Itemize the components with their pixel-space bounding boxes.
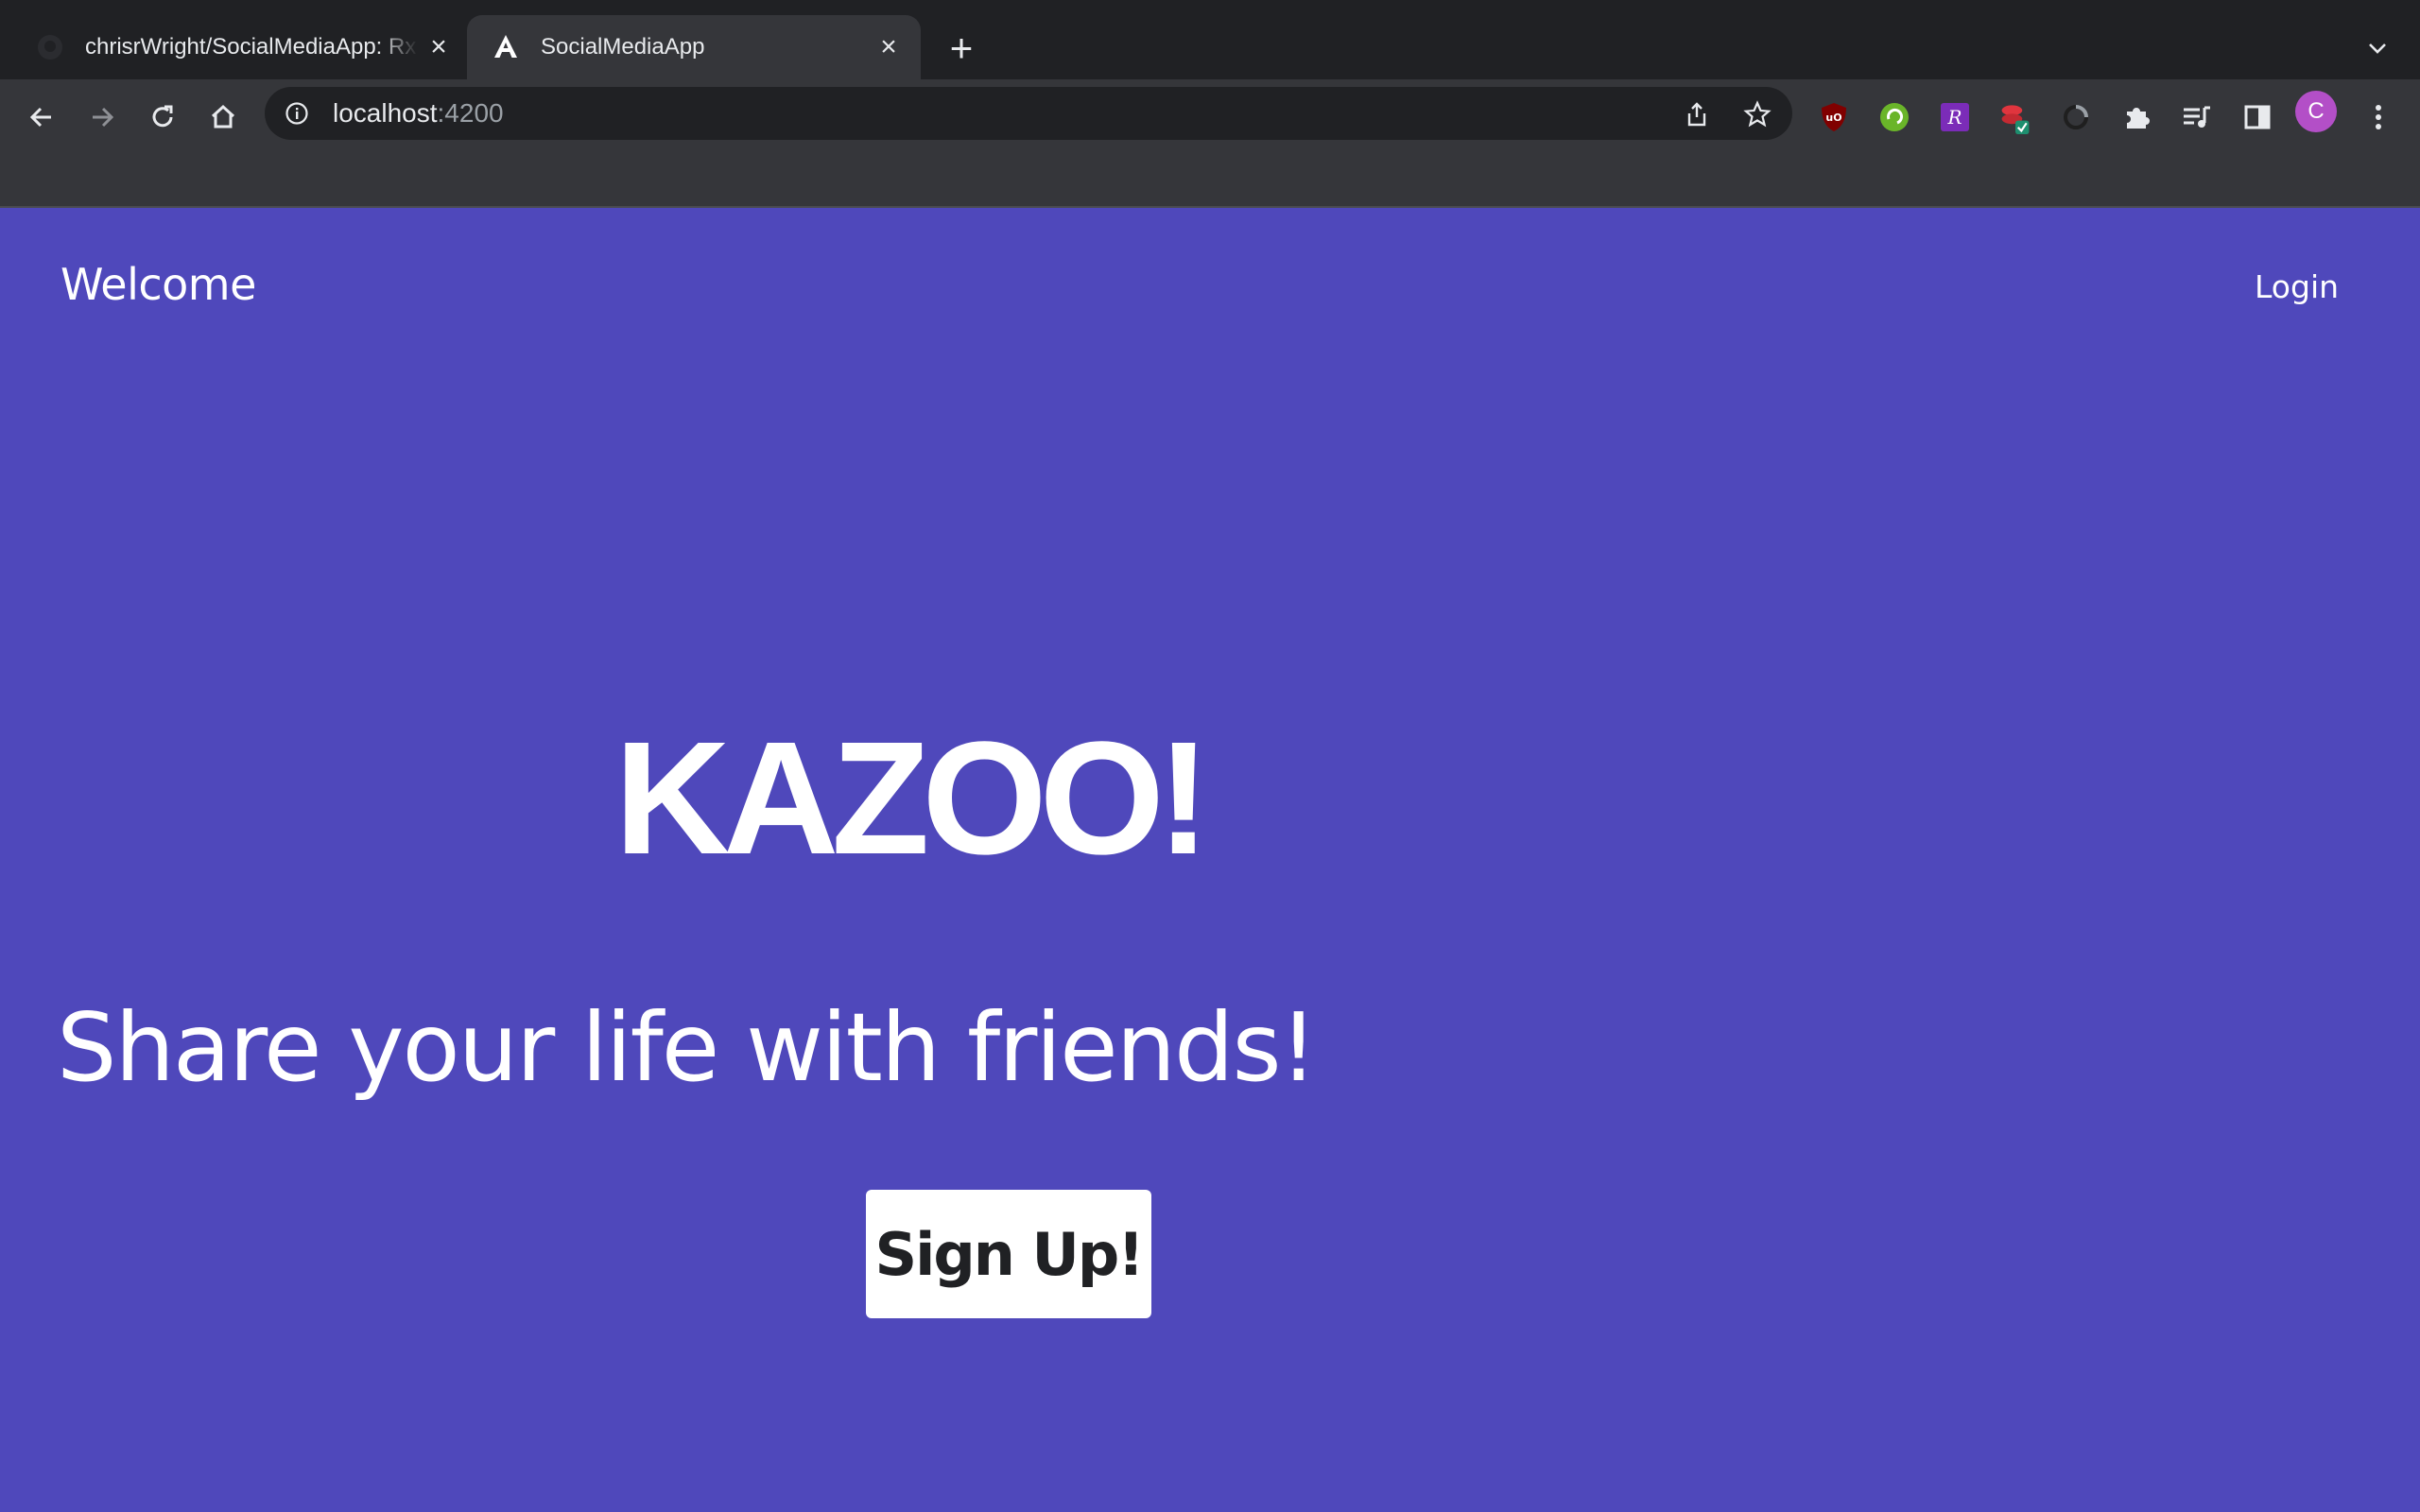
sync-icon[interactable] — [2059, 100, 2093, 134]
close-tab-icon[interactable]: × — [873, 31, 904, 62]
bookmark-star-icon[interactable] — [1741, 98, 1773, 130]
reload-icon[interactable] — [140, 94, 185, 140]
ublock-icon[interactable]: uO — [1817, 100, 1851, 134]
tab-title: chrisrWright/SocialMediaApp: Rx — [85, 34, 417, 60]
r-extension-icon[interactable]: R — [1938, 100, 1972, 134]
tab-strip: chrisrWright/SocialMediaApp: Rx × Social… — [0, 0, 2420, 79]
browser-toolbar: localhost:4200 uO R C — [0, 79, 2420, 208]
tagline: Share your life with friends! — [57, 992, 1318, 1103]
tab-socialmediaapp[interactable]: SocialMediaApp × — [467, 15, 921, 79]
share-icon[interactable] — [1681, 98, 1713, 130]
github-icon — [36, 33, 64, 61]
tab-github[interactable]: chrisrWright/SocialMediaApp: Rx × — [11, 15, 467, 79]
login-button[interactable]: Login — [2255, 268, 2339, 305]
url-port: :4200 — [437, 98, 504, 128]
back-icon[interactable] — [19, 94, 64, 140]
angular-icon — [492, 33, 520, 61]
profile-avatar[interactable]: C — [2295, 91, 2337, 132]
refresh-extension-icon[interactable] — [1877, 100, 1911, 134]
tab-title: SocialMediaApp — [541, 34, 705, 60]
page-content: Welcome Login KAZOO! Share your life wit… — [0, 208, 2420, 1512]
home-icon[interactable] — [200, 94, 246, 140]
stack-extension-icon[interactable] — [1998, 100, 2032, 134]
side-panel-icon[interactable] — [2240, 100, 2274, 134]
info-icon[interactable] — [284, 100, 310, 127]
chevron-down-icon[interactable] — [2358, 28, 2397, 68]
media-queue-icon[interactable] — [2180, 100, 2214, 134]
signup-button[interactable]: Sign Up! — [866, 1190, 1151, 1318]
new-tab-button[interactable]: + — [942, 28, 981, 68]
app-title: Welcome — [60, 259, 256, 310]
forward-icon[interactable] — [79, 94, 125, 140]
svg-text:R: R — [1946, 106, 1962, 129]
close-tab-icon[interactable]: × — [424, 31, 454, 62]
url-text: localhost:4200 — [333, 98, 504, 129]
address-bar[interactable]: localhost:4200 — [265, 87, 1792, 140]
puzzle-icon[interactable] — [2119, 100, 2153, 134]
svg-text:uO: uO — [1825, 112, 1841, 124]
url-host: localhost — [333, 98, 438, 128]
menu-kebab-icon[interactable] — [2361, 100, 2395, 134]
hero-title: KAZOO! — [614, 709, 1210, 888]
